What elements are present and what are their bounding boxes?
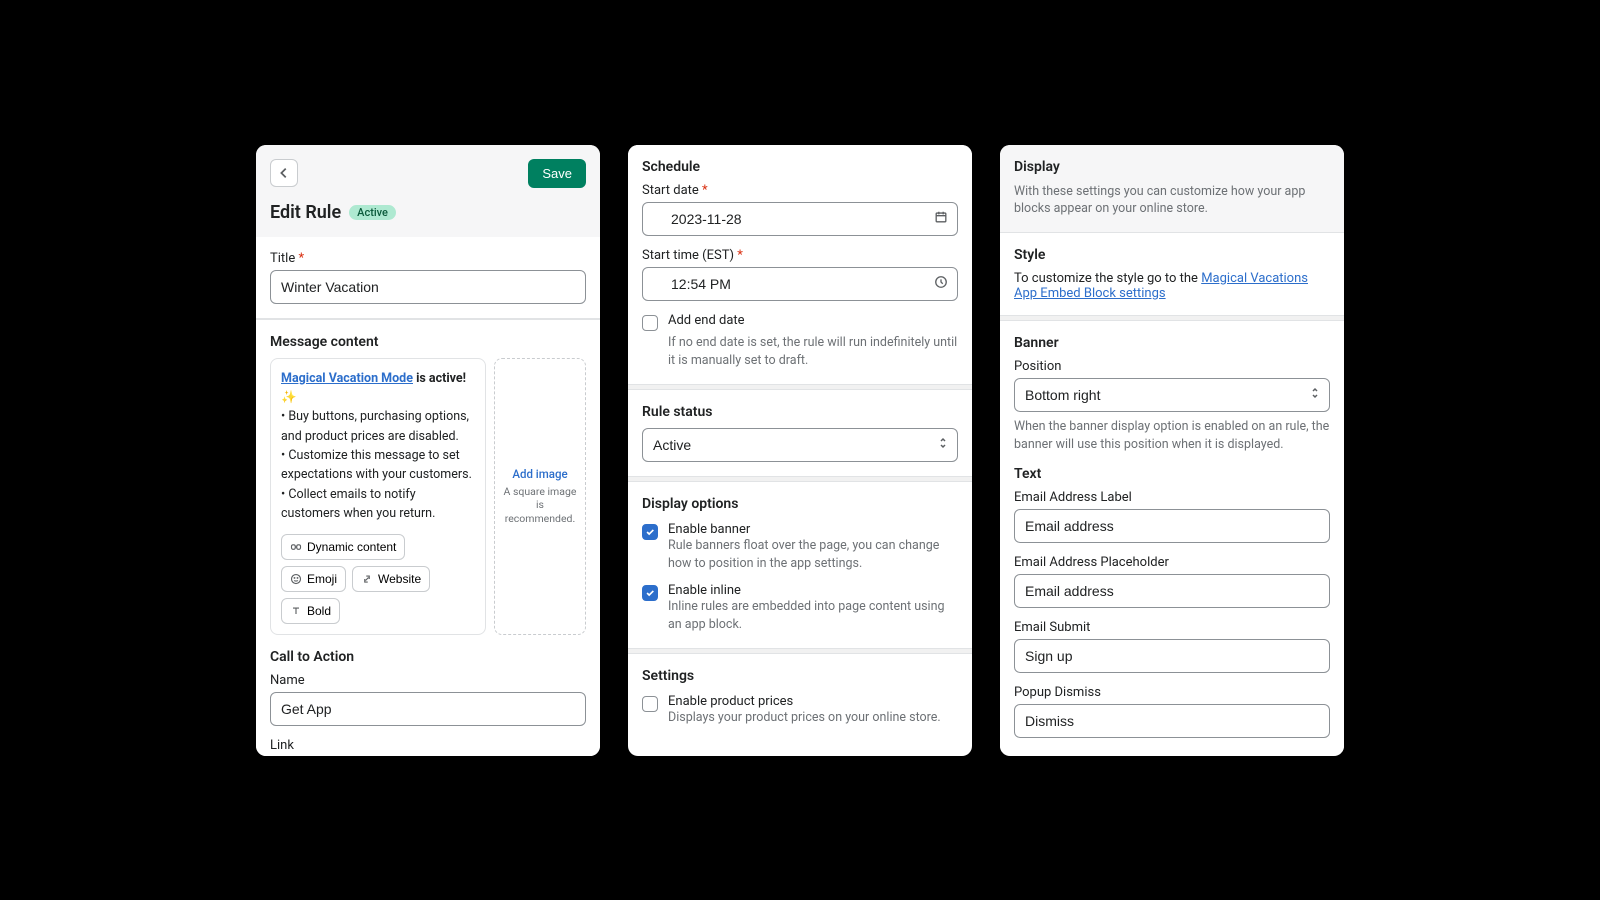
image-dropzone[interactable]: Add image A square image is recommended.: [494, 358, 586, 635]
dynamic-content-button[interactable]: Dynamic content: [281, 534, 405, 560]
enable-inline-help: Inline rules are embedded into page cont…: [668, 598, 958, 634]
title-input[interactable]: [270, 270, 586, 304]
display-options-heading: Display options: [642, 496, 958, 512]
rule-status-select[interactable]: [642, 428, 958, 462]
rule-status-section: Rule status: [628, 390, 972, 476]
display-header: Display With these settings you can cust…: [1000, 145, 1344, 232]
schedule-heading: Schedule: [642, 159, 958, 175]
link-icon: [361, 573, 373, 585]
add-end-date-row: Add end date If no end date is set, the …: [642, 313, 958, 370]
title-row: Edit Rule Active: [256, 202, 600, 237]
arrow-left-icon: [277, 166, 291, 180]
link-chain-icon: [290, 541, 302, 553]
display-sub: With these settings you can customize ho…: [1014, 183, 1330, 218]
position-help: When the banner display option is enable…: [1014, 418, 1330, 454]
email-submit-label: Email Submit: [1014, 620, 1330, 635]
add-end-date-help: If no end date is set, the rule will run…: [668, 334, 958, 370]
smile-icon: [290, 573, 302, 585]
enable-inline-checkbox[interactable]: [642, 585, 658, 601]
start-time-input[interactable]: [642, 267, 958, 301]
enable-banner-help: Rule banners float over the page, you ca…: [668, 537, 958, 573]
settings-heading: Settings: [642, 668, 958, 684]
rule-status-heading: Rule status: [642, 404, 958, 420]
cta-name-label: Name: [270, 673, 586, 688]
email-label-input[interactable]: [1014, 509, 1330, 543]
message-content-section: Message content Magical Vacation Mode is…: [256, 320, 600, 649]
banner-section: Banner Position When the banner display …: [1000, 321, 1344, 752]
settings-section: Settings Enable product prices Displays …: [628, 654, 972, 741]
banner-heading: Banner: [1014, 335, 1330, 351]
style-text: To customize the style go to the: [1014, 271, 1201, 286]
start-date-label: Start date: [642, 183, 958, 198]
message-text: Magical Vacation Mode is active! ✨ • Buy…: [281, 369, 475, 524]
position-label: Position: [1014, 359, 1330, 374]
add-end-date-label: Add end date: [668, 313, 958, 328]
schedule-panel: Schedule Start date Start time (EST): [628, 145, 972, 756]
bold-button[interactable]: Bold: [281, 598, 340, 624]
header-bar: Save: [256, 145, 600, 202]
display-heading: Display: [1014, 159, 1330, 175]
start-date-input[interactable]: [642, 202, 958, 236]
email-label-label: Email Address Label: [1014, 490, 1330, 505]
enable-banner-checkbox[interactable]: [642, 524, 658, 540]
title-label: Title: [270, 251, 586, 266]
popup-dismiss-input[interactable]: [1014, 704, 1330, 738]
title-section: Title: [256, 237, 600, 318]
style-heading: Style: [1014, 247, 1330, 263]
add-image-button[interactable]: Add image: [512, 467, 567, 481]
email-placeholder-label: Email Address Placeholder: [1014, 555, 1330, 570]
emoji-button[interactable]: Emoji: [281, 566, 346, 592]
cta-name-input[interactable]: [270, 692, 586, 726]
message-editor[interactable]: Magical Vacation Mode is active! ✨ • Buy…: [270, 358, 486, 635]
email-placeholder-input[interactable]: [1014, 574, 1330, 608]
editor-toolbar: Dynamic content Emoji Website Bold: [281, 534, 475, 624]
email-submit-input[interactable]: [1014, 639, 1330, 673]
image-hint: A square image is recommended.: [503, 485, 577, 526]
cta-section: Call to Action Name Link: [256, 649, 600, 756]
clock-icon: [934, 275, 948, 293]
cta-link-label: Link: [270, 738, 586, 753]
cta-heading: Call to Action: [270, 649, 586, 665]
back-button[interactable]: [270, 159, 298, 187]
position-select[interactable]: [1014, 378, 1330, 412]
enable-banner-label: Enable banner: [668, 522, 958, 537]
enable-prices-help: Displays your product prices on your onl…: [668, 709, 941, 727]
display-options-section: Display options Enable banner Rule banne…: [628, 482, 972, 649]
add-end-date-checkbox[interactable]: [642, 315, 658, 331]
calendar-icon: [934, 210, 948, 228]
enable-inline-label: Enable inline: [668, 583, 958, 598]
schedule-section: Schedule Start date Start time (EST): [628, 145, 972, 384]
message-link[interactable]: Magical Vacation Mode: [281, 371, 413, 386]
style-section: Style To customize the style go to the M…: [1000, 232, 1344, 315]
text-icon: [290, 605, 302, 617]
text-heading: Text: [1014, 466, 1330, 482]
display-settings-panel: Display With these settings you can cust…: [1000, 145, 1344, 756]
page-title: Edit Rule: [270, 202, 341, 223]
website-button[interactable]: Website: [352, 566, 430, 592]
start-time-label: Start time (EST): [642, 248, 958, 263]
message-content-heading: Message content: [270, 334, 586, 350]
enable-prices-label: Enable product prices: [668, 694, 941, 709]
popup-dismiss-label: Popup Dismiss: [1014, 685, 1330, 700]
save-button[interactable]: Save: [528, 159, 586, 188]
status-badge: Active: [349, 205, 396, 220]
edit-rule-panel: Save Edit Rule Active Title Message cont…: [256, 145, 600, 756]
enable-prices-checkbox[interactable]: [642, 696, 658, 712]
